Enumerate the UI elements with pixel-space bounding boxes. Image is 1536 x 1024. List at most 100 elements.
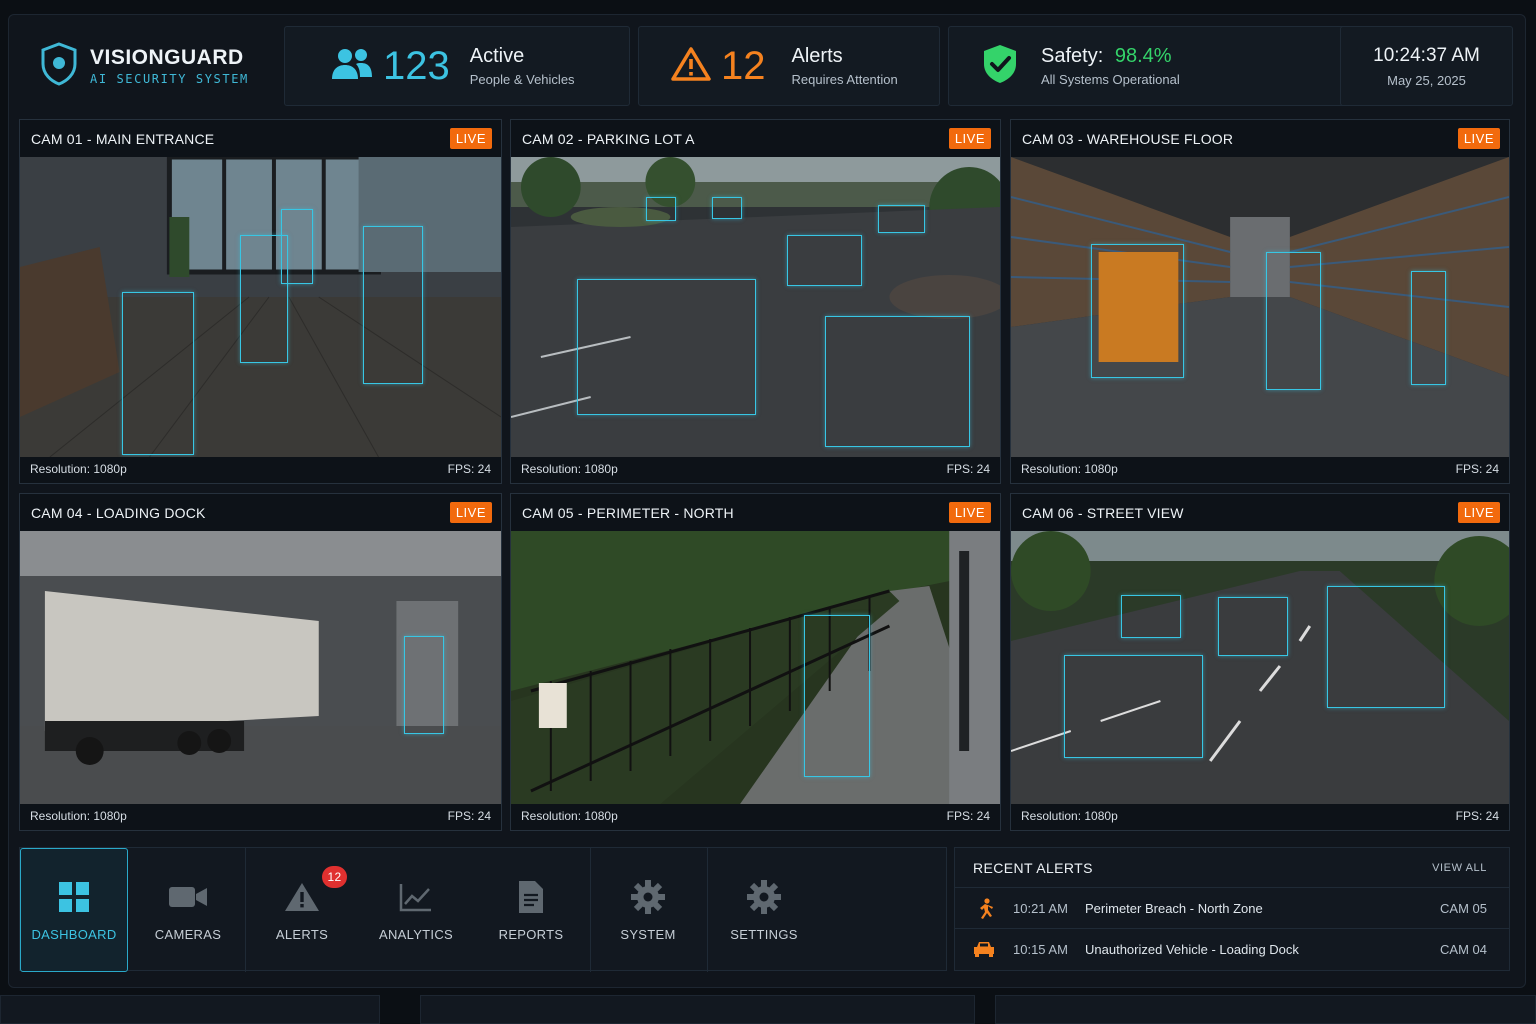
camera-feed[interactable] — [511, 531, 1000, 804]
person-detection-box — [122, 292, 194, 455]
nav-reports[interactable]: REPORTS — [475, 848, 587, 972]
nav-label: SETTINGS — [730, 926, 798, 942]
brand-name: VISIONGUARD — [90, 46, 244, 69]
camera-fps: FPS: 24 — [946, 462, 990, 476]
vehicle-detection-box — [1218, 597, 1288, 656]
nav-dashboard[interactable]: DASHBOARD — [20, 848, 128, 972]
camera-feed[interactable] — [20, 531, 501, 804]
alert-row[interactable]: 10:15 AM Unauthorized Vehicle - Loading … — [955, 929, 1509, 969]
camera-resolution: Resolution: 1080p — [30, 809, 127, 823]
vehicle-detection-box — [878, 205, 925, 233]
alerts-count-badge: 12 — [322, 866, 347, 888]
camera-feed[interactable] — [511, 157, 1000, 457]
vehicle-detection-box — [712, 197, 742, 219]
safety-subtitle: All Systems Operational — [1041, 72, 1180, 87]
camera-fps: FPS: 24 — [447, 462, 491, 476]
camera-title: CAM 01 - MAIN ENTRANCE — [31, 130, 215, 147]
background-panel — [0, 995, 380, 1024]
car-icon — [955, 940, 1013, 958]
gear-icon — [631, 879, 665, 915]
shield-check-icon — [981, 43, 1019, 90]
nav-label: CAMERAS — [154, 926, 222, 942]
worker-detection-box — [404, 636, 444, 734]
camera-footer: Resolution: 1080p FPS: 24 — [20, 802, 501, 830]
view-all-link[interactable]: VIEW ALL — [1432, 862, 1487, 874]
camera-resolution: Resolution: 1080p — [521, 809, 618, 823]
live-badge: LIVE — [948, 128, 991, 149]
nav-cameras[interactable]: CAMERAS — [132, 848, 244, 972]
warning-icon — [671, 46, 711, 87]
chart-icon — [399, 879, 433, 915]
nav-system[interactable]: SYSTEM — [592, 848, 704, 972]
background-panel — [420, 995, 975, 1024]
brand-subtitle: AI SECURITY SYSTEM — [90, 72, 249, 86]
alert-camera: CAM 04 — [1440, 941, 1487, 957]
top-header: VISIONGUARD AI SECURITY SYSTEM 123 Activ… — [20, 26, 1513, 106]
camera-tile-04[interactable]: CAM 04 - LOADING DOCK LIVE Resolution: 1… — [19, 493, 502, 831]
alert-time: 10:15 AM — [1013, 941, 1068, 957]
shield-logo-icon — [40, 41, 78, 91]
camera-feed[interactable] — [1011, 157, 1509, 457]
gear-icon — [747, 879, 781, 915]
live-badge: LIVE — [1457, 502, 1500, 523]
alert-row[interactable]: 10:21 AM Perimeter Breach - North Zone C… — [955, 889, 1509, 929]
camera-title: CAM 04 - LOADING DOCK — [31, 504, 206, 521]
nav-label: ALERTS — [275, 926, 329, 942]
alert-message: Perimeter Breach - North Zone — [1085, 901, 1263, 916]
camera-feed[interactable] — [1011, 531, 1509, 804]
alert-time: 10:21 AM — [1013, 901, 1068, 916]
nav-alerts[interactable]: ALERTS 12 — [246, 848, 358, 972]
camera-tile-05[interactable]: CAM 05 - PERIMETER - NORTH LIVE Resoluti… — [510, 493, 1001, 831]
vehicle-detection-box — [646, 197, 676, 221]
recent-alerts-panel: RECENT ALERTS VIEW ALL 10:21 AM Perimete… — [954, 847, 1510, 971]
active-stat-card[interactable]: 123 Active People & Vehicles — [284, 26, 630, 106]
nav-label: SYSTEM — [620, 926, 676, 942]
camera-tile-02[interactable]: CAM 02 - PARKING LOT A LIVE Resolution: … — [510, 119, 1001, 484]
running-person-icon — [955, 897, 1013, 920]
camera-footer: Resolution: 1080p FPS: 24 — [1011, 455, 1509, 483]
clock-card: 10:24:37 AM May 25, 2025 — [1340, 26, 1513, 106]
camera-feed[interactable] — [20, 157, 501, 457]
recent-alerts-header: RECENT ALERTS VIEW ALL — [955, 848, 1509, 888]
camera-tile-03[interactable]: CAM 03 - WAREHOUSE FLOOR LIVE Resolution… — [1010, 119, 1510, 484]
clock-date: May 25, 2025 — [1387, 72, 1466, 88]
grid-icon — [59, 879, 89, 915]
forklift-detection-box — [1091, 244, 1184, 378]
clock-time: 10:24:37 AM — [1373, 44, 1480, 66]
alerts-count: 12 — [721, 43, 766, 88]
active-count: 123 — [383, 43, 450, 88]
vehicle-detection-box — [787, 235, 862, 286]
alerts-subtitle: Requires Attention — [791, 72, 898, 87]
camera-title: CAM 05 - PERIMETER - NORTH — [522, 504, 734, 521]
nav-analytics[interactable]: ANALYTICS — [360, 848, 472, 972]
live-badge: LIVE — [948, 502, 991, 523]
vehicle-detection-box — [577, 279, 756, 415]
camera-fps: FPS: 24 — [1455, 462, 1499, 476]
worker-detection-box — [1266, 252, 1321, 390]
camera-footer: Resolution: 1080p FPS: 24 — [511, 802, 1000, 830]
camera-footer: Resolution: 1080p FPS: 24 — [20, 455, 501, 483]
recent-alerts-title: RECENT ALERTS — [973, 859, 1093, 876]
vehicle-detection-box — [1064, 655, 1203, 758]
truck-detection-box — [1327, 586, 1445, 708]
camera-resolution: Resolution: 1080p — [521, 462, 618, 476]
camera-resolution: Resolution: 1080p — [1021, 462, 1118, 476]
vehicle-detection-box — [825, 316, 970, 447]
camera-tile-01[interactable]: CAM 01 - MAIN ENTRANCE LIVE Resolution: … — [19, 119, 502, 484]
safety-value: 98.4% — [1114, 45, 1172, 67]
bottom-nav: DASHBOARD CAMERAS ALERTS 12 ANALYTICS RE… — [19, 847, 947, 972]
safety-stat-card[interactable]: Safety: 98.4% All Systems Operational — [948, 26, 1352, 106]
camera-tile-06[interactable]: CAM 06 - STREET VIEW LIVE Resolution: 10… — [1010, 493, 1510, 831]
camera-title: CAM 02 - PARKING LOT A — [522, 130, 695, 147]
camera-icon — [169, 879, 207, 915]
safety-label: Safety: — [1041, 45, 1104, 67]
active-title: Active — [469, 45, 525, 67]
alerts-stat-card[interactable]: 12 Alerts Requires Attention — [638, 26, 940, 106]
live-badge: LIVE — [449, 128, 492, 149]
nav-settings[interactable]: SETTINGS — [708, 848, 820, 972]
camera-fps: FPS: 24 — [946, 809, 990, 823]
person-detection-box — [363, 226, 423, 384]
camera-fps: FPS: 24 — [1455, 809, 1499, 823]
active-subtitle: People & Vehicles — [469, 72, 575, 87]
live-badge: LIVE — [1457, 128, 1500, 149]
